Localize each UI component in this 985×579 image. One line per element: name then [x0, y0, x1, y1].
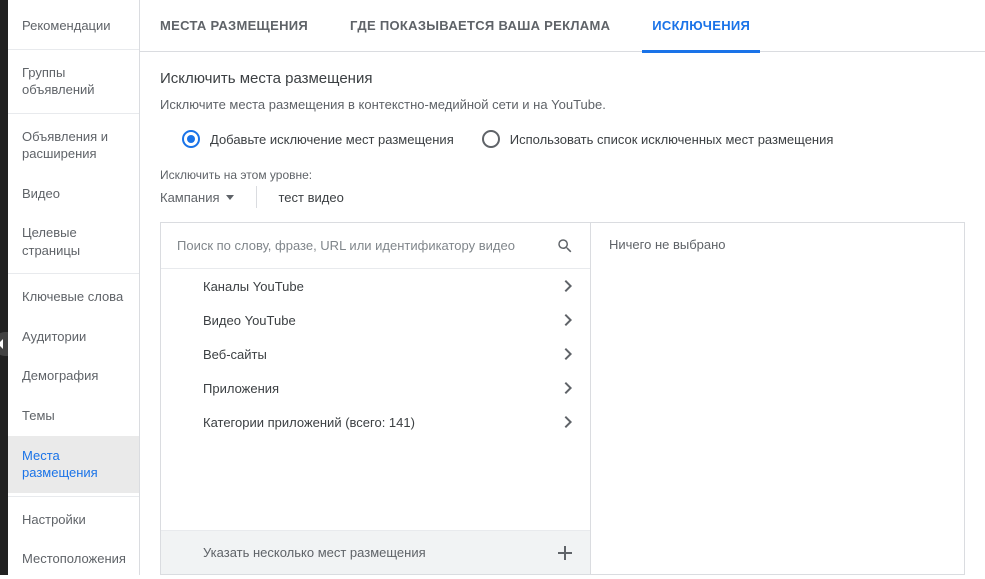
content: Исключить места размещения Исключите мес…: [140, 52, 985, 575]
sidebar-item-ad-groups[interactable]: Группы объявлений: [8, 53, 139, 110]
picker-browse-panel: Каналы YouTube Видео YouTube Веб-сайты: [161, 223, 591, 574]
chevron-right-icon: [564, 382, 572, 394]
sidebar-item-locations[interactable]: Местоположения: [8, 539, 139, 579]
sidebar-item-video[interactable]: Видео: [8, 174, 139, 214]
sidebar: Рекомендации Группы объявлений Объявлени…: [8, 0, 140, 575]
category-youtube-channels[interactable]: Каналы YouTube: [161, 269, 590, 303]
category-list: Каналы YouTube Видео YouTube Веб-сайты: [161, 269, 590, 530]
selected-panel: Ничего не выбрано: [591, 223, 964, 574]
sidebar-item-settings[interactable]: Настройки: [8, 500, 139, 540]
category-label: Каналы YouTube: [203, 279, 304, 294]
main-panel: МЕСТА РАЗМЕЩЕНИЯ ГДЕ ПОКАЗЫВАЕТСЯ ВАША Р…: [140, 0, 985, 575]
level-dropdown-value: Кампания: [160, 190, 220, 205]
search-icon: [556, 237, 574, 255]
sidebar-item-ads-extensions[interactable]: Объявления и расширения: [8, 117, 139, 174]
chevron-right-icon: [564, 416, 572, 428]
selected-empty-text: Ничего не выбрано: [609, 237, 726, 252]
bulk-add-label: Указать несколько мест размещения: [203, 545, 426, 560]
radio-group: Добавьте исключение мест размещения Испо…: [160, 130, 965, 148]
placement-search-input[interactable]: [177, 238, 556, 253]
sidebar-item-landing-pages[interactable]: Целевые страницы: [8, 213, 139, 270]
radio-label: Использовать список исключенных мест раз…: [510, 132, 834, 147]
tabs: МЕСТА РАЗМЕЩЕНИЯ ГДЕ ПОКАЗЫВАЕТСЯ ВАША Р…: [140, 0, 985, 52]
tab-where-shown[interactable]: ГДЕ ПОКАЗЫВАЕТСЯ ВАША РЕКЛАМА: [340, 0, 620, 52]
sidebar-separator: [8, 113, 139, 114]
category-youtube-videos[interactable]: Видео YouTube: [161, 303, 590, 337]
category-label: Категории приложений (всего: 141): [203, 415, 415, 430]
category-label: Веб-сайты: [203, 347, 267, 362]
sidebar-separator: [8, 49, 139, 50]
sidebar-item-audiences[interactable]: Аудитории: [8, 317, 139, 357]
radio-use-list[interactable]: Использовать список исключенных мест раз…: [482, 130, 834, 148]
level-dropdown[interactable]: Кампания: [160, 190, 234, 205]
chevron-right-icon: [564, 348, 572, 360]
placement-picker: Каналы YouTube Видео YouTube Веб-сайты: [160, 222, 965, 575]
sidebar-item-recommendations[interactable]: Рекомендации: [8, 6, 139, 46]
left-rail: [0, 0, 8, 575]
tab-exclusions[interactable]: ИСКЛЮЧЕНИЯ: [642, 0, 760, 52]
bulk-add-row[interactable]: Указать несколько мест размещения: [161, 530, 590, 574]
sidebar-item-topics[interactable]: Темы: [8, 396, 139, 436]
level-campaign-name: тест видео: [279, 190, 344, 205]
category-label: Видео YouTube: [203, 313, 296, 328]
section-description: Исключите места размещения в контекстно-…: [160, 97, 965, 112]
sidebar-item-placements[interactable]: Места размещения: [8, 436, 139, 493]
category-apps[interactable]: Приложения: [161, 371, 590, 405]
chevron-right-icon: [564, 314, 572, 326]
sidebar-item-demographics[interactable]: Демография: [8, 356, 139, 396]
category-app-categories[interactable]: Категории приложений (всего: 141): [161, 405, 590, 439]
caret-down-icon: [226, 195, 234, 200]
level-row: Кампания тест видео: [160, 186, 965, 208]
level-label: Исключить на этом уровне:: [160, 168, 965, 182]
collapse-handle[interactable]: [0, 332, 8, 356]
search-row: [161, 223, 590, 269]
chevron-right-icon: [564, 280, 572, 292]
plus-icon: [558, 546, 572, 560]
category-websites[interactable]: Веб-сайты: [161, 337, 590, 371]
section-title: Исключить места размещения: [160, 70, 965, 87]
radio-label: Добавьте исключение мест размещения: [210, 132, 454, 147]
sidebar-item-keywords[interactable]: Ключевые слова: [8, 277, 139, 317]
tab-placements[interactable]: МЕСТА РАЗМЕЩЕНИЯ: [150, 0, 318, 52]
radio-add-exclusion[interactable]: Добавьте исключение мест размещения: [182, 130, 454, 148]
sidebar-separator: [8, 273, 139, 274]
radio-icon: [182, 130, 200, 148]
divider: [256, 186, 257, 208]
sidebar-separator: [8, 496, 139, 497]
chevron-left-icon: [0, 339, 5, 349]
category-label: Приложения: [203, 381, 279, 396]
radio-icon: [482, 130, 500, 148]
